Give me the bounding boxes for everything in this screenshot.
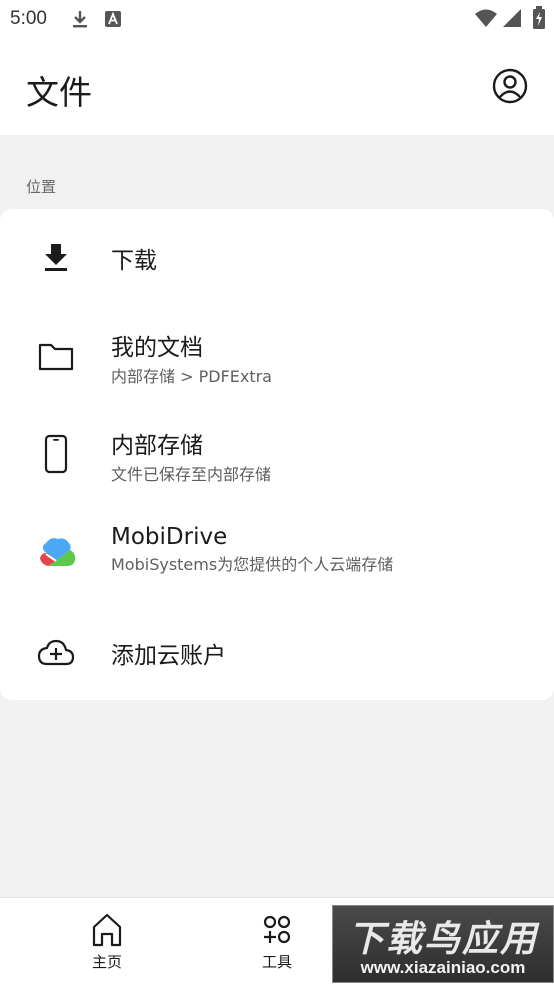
location-item-add-cloud-account[interactable]: 添加云账户	[0, 605, 554, 697]
location-item-my-documents[interactable]: 我的文档 内部存储 > PDFExtra	[0, 309, 554, 401]
location-title: MobiDrive	[111, 524, 228, 550]
cloud-add-icon	[37, 639, 75, 666]
phone-icon	[44, 434, 68, 474]
download-icon	[73, 11, 87, 28]
watermark-overlay: 下载鸟应用 www.xiazainiao.com	[332, 905, 554, 983]
status-time: 5:00	[10, 8, 47, 29]
account-circle-icon	[492, 68, 528, 104]
page-title: 文件	[26, 73, 92, 112]
app-bar: 文件	[0, 40, 554, 135]
wifi-icon	[475, 9, 497, 27]
location-subtitle: 内部存储 > PDFExtra	[111, 367, 272, 386]
location-title: 我的文档	[111, 335, 203, 361]
location-item-internal-storage[interactable]: 内部存储 文件已保存至内部存储	[0, 407, 554, 499]
location-item-mobidrive[interactable]: MobiDrive MobiSystems为您提供的个人云端存储	[0, 505, 554, 597]
home-icon	[92, 913, 122, 947]
location-subtitle: 文件已保存至内部存储	[111, 465, 272, 484]
keyboard-a-icon	[105, 11, 121, 27]
section-label-locations: 位置	[26, 178, 57, 196]
location-title: 下载	[111, 248, 157, 274]
watermark-text: 下载鸟应用	[347, 919, 538, 960]
location-title: 添加云账户	[111, 643, 226, 669]
location-subtitle: MobiSystems为您提供的个人云端存储	[111, 555, 394, 574]
nav-label: 工具	[261, 953, 292, 971]
signal-icon	[503, 9, 521, 27]
download-icon	[45, 244, 67, 271]
location-title: 内部存储	[111, 433, 203, 459]
tools-icon	[263, 915, 291, 944]
nav-label: 主页	[91, 953, 122, 971]
locations-card: 下载 我的文档 内部存储 > PDFExtra 内部存储 文件已保存至内部存储	[0, 209, 554, 700]
mobidrive-logo-icon	[40, 538, 76, 566]
folder-icon	[38, 343, 74, 371]
nav-item-home[interactable]: 主页	[47, 898, 167, 985]
nav-item-tools[interactable]: 工具	[217, 898, 337, 985]
watermark-url: www.xiazainiao.com	[360, 958, 526, 977]
status-bar: 5:00	[0, 0, 554, 40]
account-button[interactable]	[491, 67, 529, 105]
location-item-downloads[interactable]: 下载	[0, 211, 554, 303]
battery-charging-icon	[533, 6, 545, 29]
